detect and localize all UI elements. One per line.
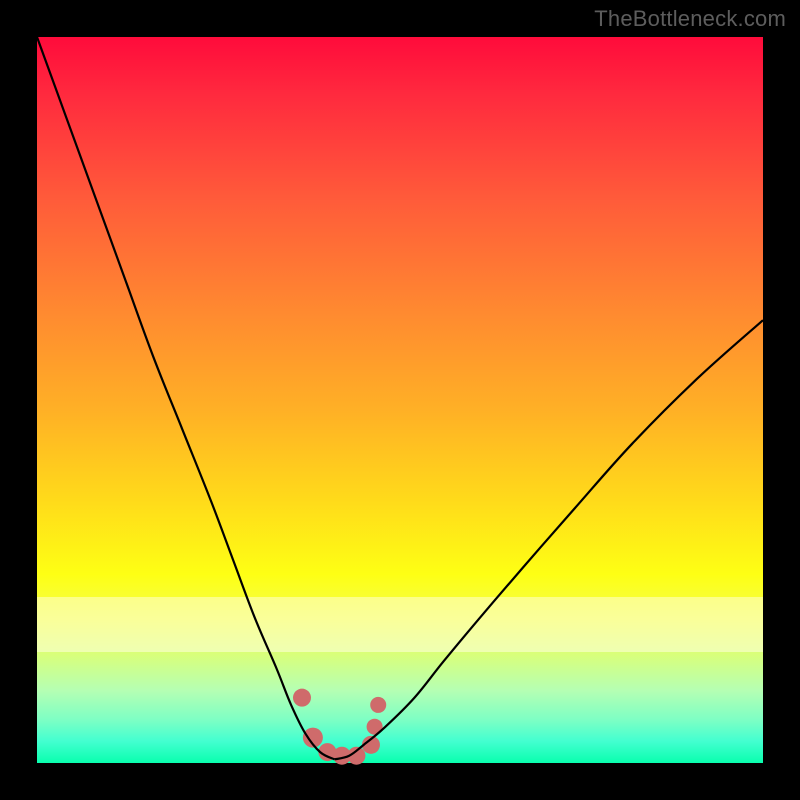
curve-layer [37, 37, 763, 763]
left-curve [37, 37, 335, 759]
right-curve [335, 320, 763, 759]
chart-frame: TheBottleneck.com [0, 0, 800, 800]
watermark-text: TheBottleneck.com [594, 6, 786, 32]
plot-area [37, 37, 763, 763]
marker-cluster [293, 689, 386, 765]
marker-dot [293, 689, 311, 707]
marker-dot [370, 697, 386, 713]
